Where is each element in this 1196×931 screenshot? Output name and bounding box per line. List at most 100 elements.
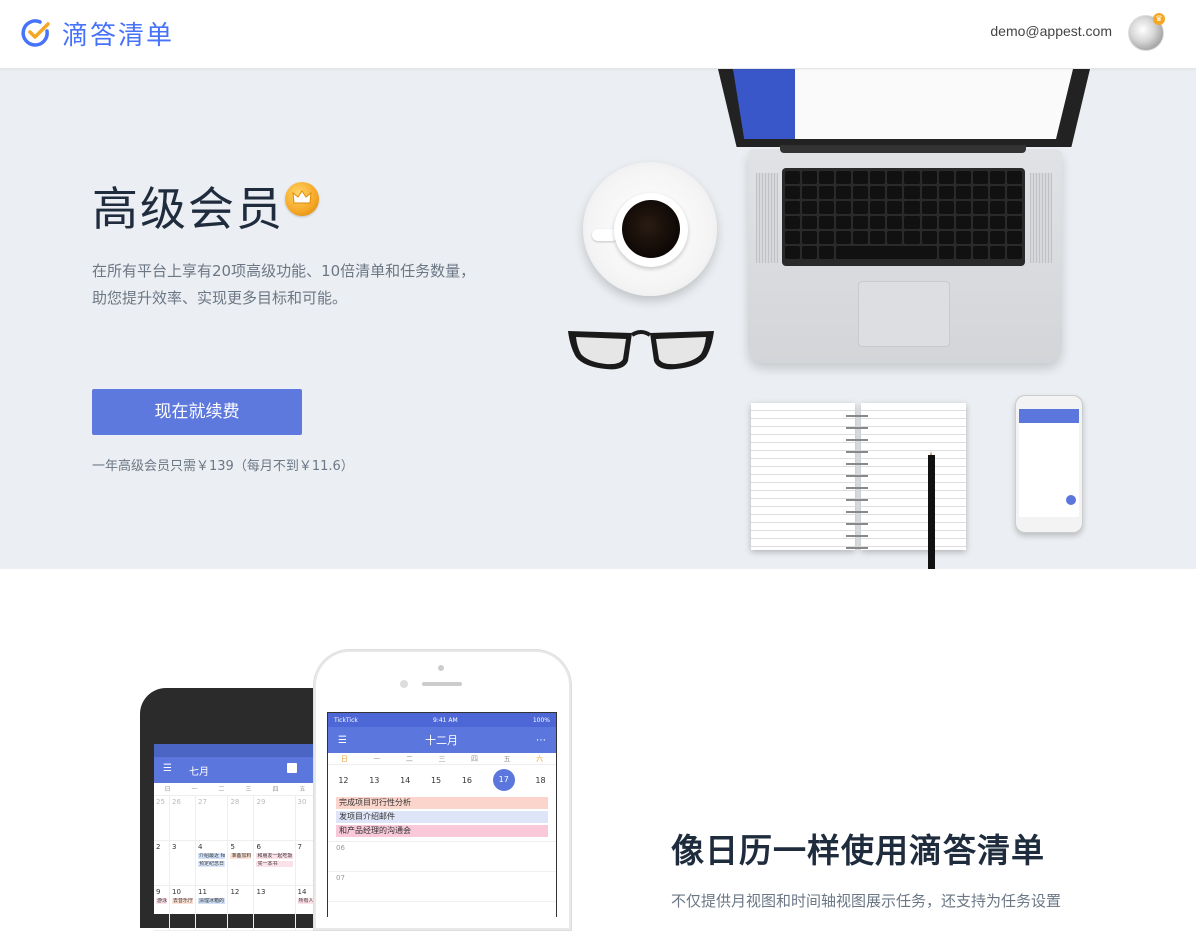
iphone-sensor <box>400 680 408 688</box>
ios-date[interactable]: 18 <box>535 776 545 785</box>
android-weekday-label: 三 <box>245 786 252 793</box>
android-weekday-label: 日 <box>164 786 171 793</box>
ios-date[interactable]: 16 <box>462 776 472 785</box>
menu-icon: ☰ <box>338 734 347 746</box>
iphone-camera <box>438 665 444 671</box>
hero-phone-navbar <box>1019 409 1079 423</box>
laptop-hinge <box>780 145 1026 153</box>
calendar-event[interactable]: 游泳 <box>156 898 168 904</box>
calendar-event[interactable]: 清理冰箱的 <box>198 898 226 904</box>
ios-timeline-hour: 06 <box>328 842 556 872</box>
calendar-day-number: 26 <box>172 798 181 806</box>
calendar-day-number: 10 <box>172 888 181 896</box>
ios-event-item[interactable]: 和产品经理的沟通会 <box>336 825 548 837</box>
ios-event-item[interactable]: 发项目介绍邮件 <box>336 811 548 823</box>
calendar-day-cell[interactable]: 10 去音乐厅 <box>170 886 197 931</box>
calendar-day-number: 13 <box>256 888 266 896</box>
calendar-day-cell[interactable]: 25 <box>154 796 171 841</box>
ios-battery: 100% <box>532 716 550 724</box>
ios-nav-bar: ☰ 十二月 ⋯ <box>328 727 556 753</box>
calendar-event[interactable]: 和朋友一起吃饭 <box>256 853 293 859</box>
calendar-day-number: 5 <box>230 843 235 851</box>
calendar-day-number: 3 <box>172 843 177 851</box>
coffee-image <box>622 200 680 258</box>
calendar-day-cell[interactable]: 4 介绍最近 fe 预定纪念日 <box>196 841 229 886</box>
calendar-day-number: 4 <box>198 843 203 851</box>
calendar-day-number: 14 <box>297 888 307 896</box>
calendar-day-cell[interactable]: 13 <box>254 886 296 931</box>
calendar-day-number: 9 <box>156 888 161 896</box>
check-circle-icon <box>21 19 50 47</box>
calendar-day-number: 12 <box>230 888 240 896</box>
ios-status-bar: TickTick 9:41 AM 100% <box>328 713 556 727</box>
calendar-day-cell[interactable]: 27 <box>196 796 229 841</box>
calendar-day-number: 2 <box>156 843 161 851</box>
ios-today-date[interactable]: 17 <box>492 769 515 791</box>
ios-weekday-label: 二 <box>405 754 413 763</box>
user-email[interactable]: demo@appest.com <box>990 23 1112 39</box>
ios-timeline-hour: 07 <box>328 872 556 902</box>
android-weekday-label: 一 <box>191 786 198 793</box>
calendar-day-cell[interactable]: 12 <box>228 886 255 931</box>
ios-date[interactable]: 13 <box>369 776 379 785</box>
notebook-left-page <box>751 403 855 550</box>
ios-event-item[interactable]: 完成项目可行性分析 <box>336 797 548 809</box>
calendar-day-number: 7 <box>297 843 302 851</box>
hero-phone-add-button <box>1066 495 1076 505</box>
android-weekday-label: 四 <box>272 786 279 793</box>
calendar-day-cell[interactable]: 26 <box>170 796 197 841</box>
calendar-day-number: 11 <box>198 888 207 896</box>
laptop-speaker-right <box>1030 173 1052 263</box>
pencil-image <box>928 455 935 569</box>
calendar-event[interactable]: 去音乐厅 <box>172 898 194 904</box>
calendar-day-cell[interactable]: 28 <box>228 796 255 841</box>
calendar-day-cell[interactable]: 6 和朋友一起吃饭 买一本书 <box>254 841 296 886</box>
calendar-event[interactable]: 介绍最近 fe <box>198 853 226 859</box>
ios-weekday-label: 六 <box>536 754 544 763</box>
ios-time: 9:41 AM <box>433 716 458 724</box>
ios-weekday-row: 日一二三四五六 <box>328 753 556 765</box>
notebook-right-page <box>861 403 966 550</box>
calendar-day-cell[interactable]: 3 <box>170 841 197 886</box>
calendar-day-cell[interactable]: 29 <box>254 796 296 841</box>
laptop-keyboard <box>782 168 1025 266</box>
calendar-day-cell[interactable]: 2 <box>154 841 171 886</box>
laptop-speaker-left <box>756 173 778 263</box>
feature-description: 不仅提供月视图和时间轴视图展示任务，还支持为任务设置 <box>671 892 1062 910</box>
calendar-day-cell[interactable]: 9 游泳 <box>154 886 171 931</box>
ios-weekday-label: 五 <box>503 754 511 763</box>
calendar-event[interactable]: 准备加料 <box>230 853 252 859</box>
ios-weekday-label: 日 <box>340 754 348 763</box>
android-status-bar <box>154 744 316 757</box>
premium-crown-icon: ♛ <box>1153 13 1165 25</box>
calendar-day-cell[interactable]: 11 清理冰箱的 <box>196 886 229 931</box>
calendar-day-number: 6 <box>256 843 261 851</box>
iphone-screen: TickTick 9:41 AM 100% ☰ 十二月 ⋯ 日 一 二 三 四 五 六 12… <box>327 712 557 917</box>
calendar-event[interactable]: 预定纪念日 <box>198 861 226 867</box>
calendar-day-number: 28 <box>230 798 240 806</box>
calendar-day-number: 27 <box>198 798 207 806</box>
calendar-day-number: 30 <box>297 798 307 806</box>
ios-weekday-label: 三 <box>438 754 446 763</box>
calendar-day-number: 29 <box>256 798 266 806</box>
menu-icon: ☰ <box>163 763 172 774</box>
android-weekday-label: 二 <box>218 786 225 793</box>
brand-name: 滴答清单 <box>62 20 175 51</box>
notebook-spiral <box>846 409 868 549</box>
calendar-event[interactable]: 买一本书 <box>256 861 293 867</box>
brand-logo[interactable]: 滴答清单 <box>20 16 175 51</box>
android-weekday-label: 五 <box>299 786 306 793</box>
ios-date[interactable]: 14 <box>400 776 410 785</box>
android-weekday-row: 日一二三四五 <box>154 784 316 794</box>
ios-weekday-label: 一 <box>373 754 381 763</box>
iphone-speaker <box>422 682 462 686</box>
calendar-day-number: 25 <box>156 798 165 806</box>
ios-month-label: 十二月 <box>424 734 458 747</box>
feature-title: 像日历一样使用滴答清单 <box>671 831 1045 870</box>
ios-timeline: 06 07 <box>328 841 556 902</box>
ios-date[interactable]: 12 <box>338 776 348 785</box>
ios-date[interactable]: 15 <box>431 776 441 785</box>
calendar-day-cell[interactable]: 5 准备加料 <box>228 841 255 886</box>
more-icon: ⋯ <box>536 734 546 746</box>
android-month-label: 七月 <box>189 767 209 778</box>
